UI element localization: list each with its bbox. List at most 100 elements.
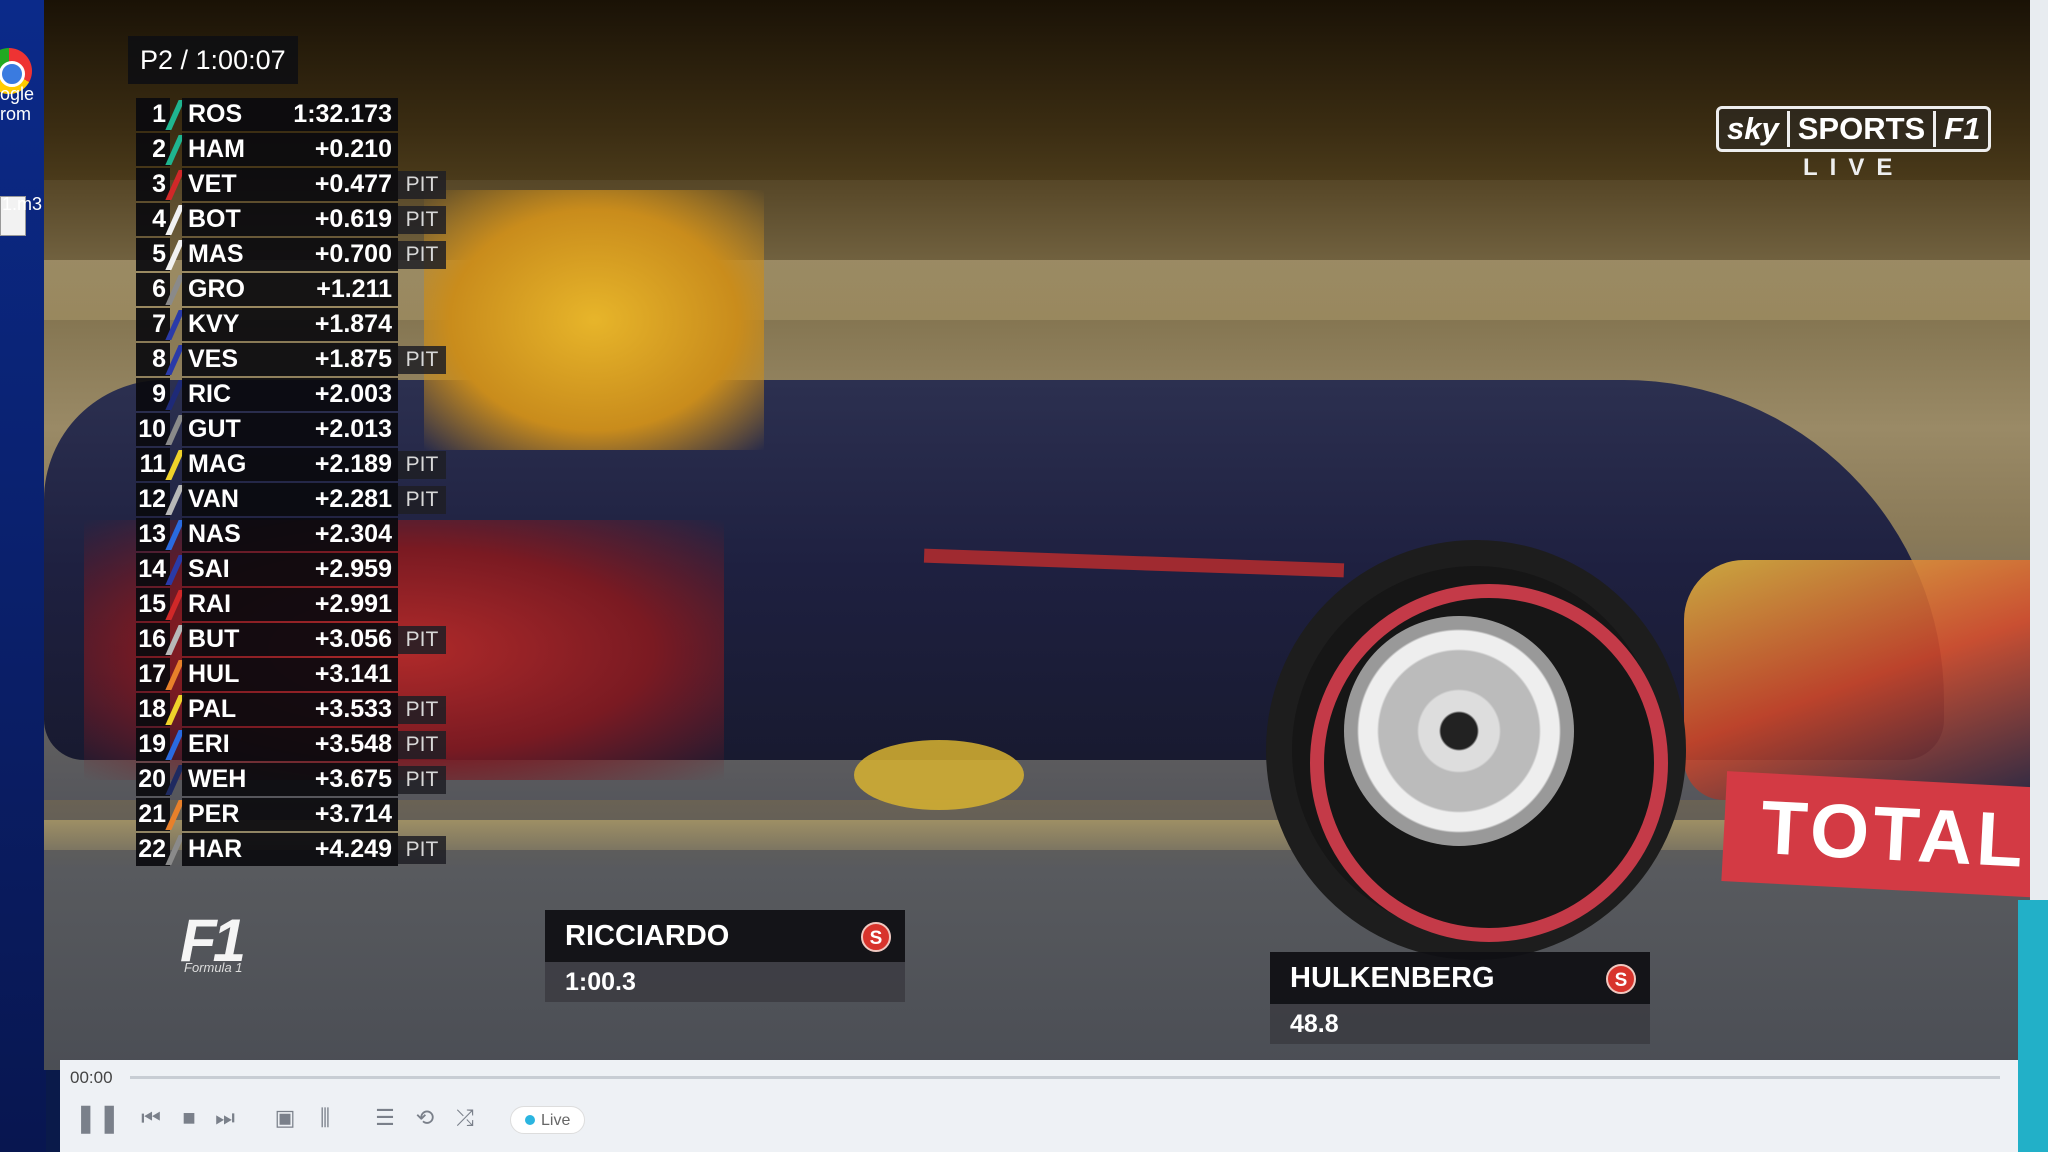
tyre-compound-icon: S — [861, 922, 891, 952]
fullscreen-icon[interactable]: ▣ — [270, 1100, 300, 1136]
sponsor-logo: TOTAL — [1721, 771, 2048, 899]
standings-row: 2 HAM +0.210 — [136, 133, 526, 168]
position-number: 7 — [136, 308, 170, 341]
driver-code: GRO — [182, 273, 266, 306]
gap-time: +3.675 — [266, 763, 398, 796]
gap-time: +3.533 — [266, 693, 398, 726]
position-number: 18 — [136, 693, 170, 726]
elapsed-time: 00:00 — [70, 1068, 113, 1087]
driver-code: PAL — [182, 693, 266, 726]
gap-time: +0.477 — [266, 168, 398, 201]
gap-time: +4.249 — [266, 833, 398, 866]
position-number: 10 — [136, 413, 170, 446]
position-number: 3 — [136, 168, 170, 201]
sports-wordmark: SPORTS — [1797, 111, 1926, 146]
gap-time: +0.210 — [266, 133, 398, 166]
driver-code: HAM — [182, 133, 266, 166]
position-number: 22 — [136, 833, 170, 866]
wheel-rim — [1344, 616, 1574, 846]
pit-status: PIT — [398, 451, 446, 479]
gap-time: +3.714 — [266, 798, 398, 831]
prev-icon[interactable]: ⏮ — [136, 1100, 166, 1136]
standings-row: 17 HUL +3.141 — [136, 658, 526, 693]
next-icon[interactable]: ⏭ — [210, 1100, 240, 1136]
gap-time: +2.304 — [266, 518, 398, 551]
gap-time: +0.619 — [266, 203, 398, 236]
gap-time: +1.874 — [266, 308, 398, 341]
position-number: 6 — [136, 273, 170, 306]
gap-time: 1:32.173 — [266, 98, 398, 131]
live-label: Live — [541, 1112, 571, 1129]
gap-time: +1.875 — [266, 343, 398, 376]
tyre-compound-icon: S — [1606, 964, 1636, 994]
driver-code: VET — [182, 168, 266, 201]
pit-status: PIT — [398, 731, 446, 759]
position-number: 14 — [136, 553, 170, 586]
gap-time: +2.189 — [266, 448, 398, 481]
desktop-background: ogle rom 1.m3 — [0, 0, 46, 1152]
driver-code: RAI — [182, 588, 266, 621]
repeat-icon[interactable]: ⟲ — [410, 1100, 440, 1136]
gap-time: +3.548 — [266, 728, 398, 761]
position-number: 19 — [136, 728, 170, 761]
shuffle-icon[interactable]: ⤮ — [450, 1100, 480, 1136]
gap-time: +2.013 — [266, 413, 398, 446]
live-indicator: LIVE — [1803, 154, 1905, 181]
gap-time: +0.700 — [266, 238, 398, 271]
playlist-icon[interactable]: ☰ — [370, 1100, 400, 1136]
driver-code: MAS — [182, 238, 266, 271]
desktop-icon-label: rom — [0, 104, 31, 124]
gap-time: +1.211 — [266, 273, 398, 306]
position-number: 13 — [136, 518, 170, 551]
seek-bar[interactable] — [130, 1076, 2000, 1079]
driver-code: PER — [182, 798, 266, 831]
standings-row: 7 KVY +1.874 — [136, 308, 526, 343]
position-number: 1 — [136, 98, 170, 131]
position-number: 8 — [136, 343, 170, 376]
sky-wordmark: sky — [1719, 111, 1790, 147]
position-number: 20 — [136, 763, 170, 796]
pit-status: PIT — [398, 241, 446, 269]
gap-time: +3.056 — [266, 623, 398, 656]
media-player-bar: 00:00 ❚❚ ⏮ ■ ⏭ ▣ ⫼ ☰ ⟲ ⤮ Live — [60, 1060, 2020, 1152]
standings-row: 19 ERI +3.548 PIT — [136, 728, 526, 763]
pit-status: PIT — [398, 346, 446, 374]
standings-row: 10 GUT +2.013 — [136, 413, 526, 448]
gap-time: +2.281 — [266, 483, 398, 516]
driver-time: 48.8 — [1270, 1004, 1650, 1044]
position-number: 21 — [136, 798, 170, 831]
position-number: 2 — [136, 133, 170, 166]
pit-status: PIT — [398, 696, 446, 724]
pit-status: PIT — [398, 171, 446, 199]
position-number: 12 — [136, 483, 170, 516]
standings-row: 3 VET +0.477 PIT — [136, 168, 526, 203]
standings-row: 18 PAL +3.533 PIT — [136, 693, 526, 728]
live-button[interactable]: Live — [510, 1106, 586, 1134]
driver-code: MAG — [182, 448, 266, 481]
standings-row: 1 ROS 1:32.173 — [136, 98, 526, 133]
stop-icon[interactable]: ■ — [174, 1100, 204, 1136]
gap-time: +2.959 — [266, 553, 398, 586]
pit-status: PIT — [398, 486, 446, 514]
driver-code: WEH — [182, 763, 266, 796]
standings-list: 1 ROS 1:32.173 2 HAM +0.210 3 VET +0.477 PIT 4 BOT +… — [136, 98, 526, 868]
position-number: 4 — [136, 203, 170, 236]
standings-row: 5 MAS +0.700 PIT — [136, 238, 526, 273]
equalizer-icon[interactable]: ⫼ — [310, 1100, 340, 1136]
pirelli-logo — [854, 740, 1024, 810]
standings-row: 15 RAI +2.991 — [136, 588, 526, 623]
driver-code: HUL — [182, 658, 266, 691]
standings-row: 12 VAN +2.281 PIT — [136, 483, 526, 518]
driver-code: VAN — [182, 483, 266, 516]
standings-row: 16 BUT +3.056 PIT — [136, 623, 526, 658]
broadcaster-logo: sky SPORTS F1 LIVE — [1716, 106, 1992, 182]
driver-code: BUT — [182, 623, 266, 656]
pit-status: PIT — [398, 626, 446, 654]
pit-status: PIT — [398, 836, 446, 864]
driver-code: BOT — [182, 203, 266, 236]
pause-icon[interactable]: ❚❚ — [74, 1100, 121, 1136]
standings-row: 6 GRO +1.211 — [136, 273, 526, 308]
driver-tag: HULKENBERG S 48.8 — [1270, 952, 1650, 1044]
standings-row: 9 RIC +2.003 — [136, 378, 526, 413]
window-accent — [2018, 900, 2048, 1152]
